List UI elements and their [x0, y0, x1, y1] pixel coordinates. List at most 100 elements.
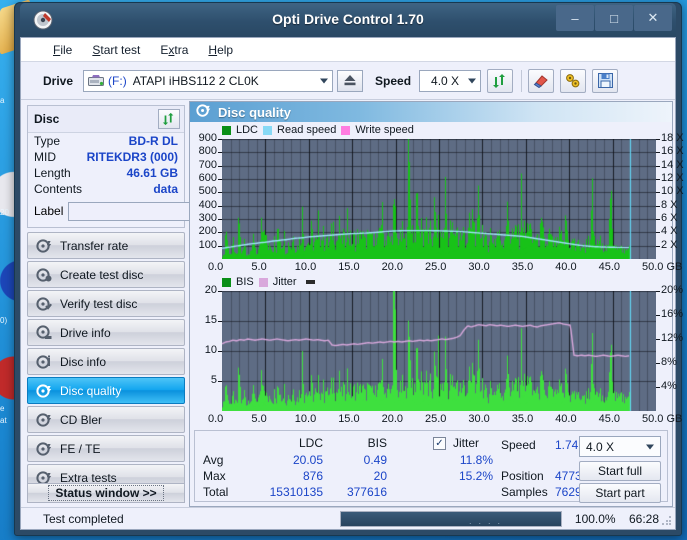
- application-window: Opti Drive Control 1.70 – □ ✕ FFileile S…: [14, 2, 684, 536]
- x-axis-tick-label: 20.0: [381, 413, 404, 425]
- y-axis-tick: [218, 206, 222, 207]
- sidebar-item-label: FE / TE: [60, 441, 101, 456]
- sidebar-item-disc-quality[interactable]: Disc quality: [27, 377, 185, 404]
- y2-axis-tick-label: 2 X: [661, 238, 678, 251]
- y2-axis-tick: [656, 339, 660, 340]
- stats-ldc-total: 15310135: [269, 485, 323, 499]
- x-axis-tick-label: 5.0: [251, 261, 267, 273]
- statistics-panel: Avg Max Total LDC BIS 20.05 876 15310135…: [194, 430, 668, 503]
- y2-axis-tick-label: 8%: [661, 356, 677, 368]
- sidebar-item-label: Verify test disc: [60, 296, 138, 311]
- drive-letter: (F:): [108, 73, 127, 88]
- sidebar-item-disc-info[interactable]: Disc info: [27, 348, 185, 375]
- desktop-icon-label-a: a: [0, 96, 5, 105]
- x-axis-tick-label: 30.0: [468, 261, 490, 273]
- y-axis-tick-label: 5: [210, 374, 217, 386]
- stats-jitter-max: 15.2%: [458, 469, 493, 483]
- bis-chart: BIS Jitter 5 10 15 20 4% 8% 12% 16% 20% 0.0 5.0 10.…: [190, 274, 683, 442]
- resize-grip[interactable]: [661, 515, 673, 527]
- start-part-label: Start part: [595, 486, 645, 500]
- start-part-button[interactable]: Start part: [579, 483, 661, 503]
- disc-row-key: MID: [34, 150, 56, 164]
- disc-verify-icon: [36, 296, 52, 312]
- y-axis-tick-label: 100: [198, 238, 217, 251]
- chevron-down-icon: [320, 78, 329, 83]
- y-axis-tick: [218, 139, 222, 140]
- x-axis-tick-label: 10.0: [294, 413, 317, 425]
- position-stat-label: Position: [501, 469, 544, 483]
- sidebar-item-drive-info[interactable]: Drive info: [27, 319, 185, 346]
- tools-button[interactable]: [560, 68, 587, 93]
- status-window-button[interactable]: Status window >>: [27, 483, 185, 503]
- legend-swatch-extra: [305, 280, 315, 284]
- x-axis-tick-label: 30.0: [468, 413, 490, 425]
- y-axis-tick: [218, 166, 222, 167]
- disc-row-key: Type: [34, 134, 61, 148]
- stats-jitter-avg: 11.8%: [459, 453, 493, 467]
- disc-refresh-button[interactable]: [158, 109, 180, 129]
- stats-speed-value: 4.0 X: [586, 439, 615, 454]
- ldc-chart-legend: LDC Read speed Write speed: [222, 124, 414, 136]
- bis-chart-canvas: [222, 291, 656, 411]
- erase-button[interactable]: [528, 68, 555, 93]
- y2-axis-tick: [656, 232, 660, 233]
- disc-row-key: Contents: [34, 182, 83, 196]
- sidebar-item-create-test-disc[interactable]: Create test disc: [27, 261, 185, 288]
- start-full-label: Start full: [597, 464, 642, 478]
- x-axis-tick-label: 45.0: [598, 261, 621, 273]
- ldc-chart: LDC Read speed Write speed 100 200 300 400 5…: [190, 122, 684, 290]
- minimize-button[interactable]: –: [556, 5, 594, 31]
- chevron-down-icon: [468, 78, 477, 83]
- speed-select[interactable]: 4.0 X: [419, 69, 482, 92]
- stats-row-total: Total: [203, 485, 229, 499]
- start-full-button[interactable]: Start full: [579, 461, 661, 481]
- sidebar-item-fe-te[interactable]: FE / TE: [27, 435, 185, 462]
- disc-info-icon: [36, 354, 52, 370]
- menu-help[interactable]: Help: [198, 41, 243, 59]
- x-axis-tick-label: 5.0: [251, 413, 267, 425]
- stats-bis-avg: 0.49: [363, 453, 387, 467]
- sidebar-item-verify-test-disc[interactable]: Verify test disc: [27, 290, 185, 317]
- disc-row-contents: Contents data: [28, 181, 184, 197]
- y2-axis-tick: [656, 139, 660, 140]
- x-axis-tick-label: 25.0: [425, 261, 447, 273]
- menu-start-test[interactable]: Start test: [82, 41, 150, 59]
- legend-swatch-ldc: [222, 125, 231, 135]
- y2-axis-tick-label: 18 X: [661, 132, 684, 144]
- eject-button[interactable]: [337, 69, 364, 92]
- legend-label-ldc: LDC: [236, 124, 259, 136]
- disc-quality-icon: [196, 103, 211, 121]
- speed-stat-label: Speed: [501, 438, 536, 452]
- wrench-icon: [566, 73, 580, 87]
- stats-speed-select[interactable]: 4.0 X: [579, 436, 661, 457]
- floppy-save-icon: [597, 73, 613, 88]
- disc-row-value: BD-R DL: [128, 134, 178, 148]
- y2-axis-tick-label: 20%: [661, 284, 684, 296]
- refresh-icon: [162, 112, 174, 126]
- drive-toolbar: Drive (F:) ATAPI iHBS112 2 CL0K Speed 4.…: [21, 62, 675, 100]
- save-button[interactable]: [592, 68, 619, 93]
- progress-fill: [340, 511, 561, 526]
- sidebar-item-cd-bler[interactable]: CD Bler: [27, 406, 185, 433]
- y2-axis-tick: [656, 166, 660, 167]
- refresh-button[interactable]: [487, 68, 514, 93]
- y-axis-tick: [218, 321, 222, 322]
- jitter-checkbox[interactable]: ✓: [433, 437, 446, 450]
- y2-axis-tick: [656, 291, 660, 292]
- drive-select[interactable]: (F:) ATAPI iHBS112 2 CL0K: [83, 69, 334, 92]
- y2-axis-tick-label: 6 X: [661, 212, 678, 224]
- disc-row-length: Length 46.61 GB: [28, 165, 184, 181]
- y-axis-tick: [218, 152, 222, 153]
- maximize-button[interactable]: □: [595, 5, 633, 31]
- disc-quality-icon: [36, 383, 52, 399]
- title-bar[interactable]: Opti Drive Control 1.70 – □ ✕: [20, 3, 676, 37]
- y-axis-tick: [218, 246, 222, 247]
- close-button[interactable]: ✕: [634, 5, 672, 31]
- legend-label-read-speed: Read speed: [277, 124, 337, 136]
- menu-extra[interactable]: Extra: [150, 41, 198, 59]
- sidebar-item-label: Transfer rate: [60, 238, 129, 253]
- y-axis-tick-label: 10: [204, 344, 217, 356]
- menu-file[interactable]: FFileile: [43, 41, 82, 59]
- sidebar-item-transfer-rate[interactable]: Transfer rate: [27, 232, 185, 259]
- disc-panel-header: Disc: [28, 106, 184, 133]
